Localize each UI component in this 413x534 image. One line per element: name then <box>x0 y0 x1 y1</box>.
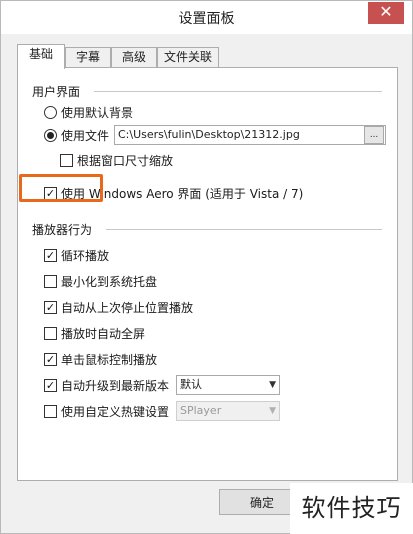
fullscreen-label: 播放时自动全屏 <box>61 326 146 341</box>
click-control-checkbox[interactable]: ✓ <box>44 352 57 366</box>
hotkey-label: 使用自定义热键设置 <box>61 404 170 419</box>
group-divider-ui <box>94 91 382 92</box>
tab-subtitles[interactable]: 字幕 <box>65 47 111 67</box>
scale-checkbox[interactable] <box>60 153 73 167</box>
tray-label: 最小化到系统托盘 <box>61 274 158 289</box>
hotkey-scheme-value: SPlayer <box>180 404 222 417</box>
default-bg-radio[interactable] <box>44 105 57 119</box>
browse-button[interactable]: ... <box>364 126 384 144</box>
radio-selected-dot <box>47 131 54 139</box>
tab-advanced[interactable]: 高级 <box>111 47 157 67</box>
scale-option[interactable]: 根据窗口尺寸缩放 <box>60 151 173 169</box>
click-control-option[interactable]: ✓ 单击鼠标控制播放 <box>44 350 157 368</box>
auto-upgrade-option[interactable]: ✓ 自动升级到最新版本 <box>44 376 169 394</box>
default-bg-label: 使用默认背景 <box>61 105 134 120</box>
loop-option[interactable]: ✓ 循环播放 <box>44 246 109 264</box>
upgrade-channel-select[interactable]: 默认 ▼ <box>176 375 280 395</box>
tray-option[interactable]: 最小化到系统托盘 <box>44 272 157 290</box>
group-label-ui: 用户界面 <box>32 85 81 99</box>
settings-window: 设置面板 ✕ 基础 字幕 高级 文件关联 用户界面 使用默认背景 使用文件 C:… <box>0 0 413 534</box>
tab-file-association[interactable]: 文件关联 <box>157 47 219 67</box>
tab-basic[interactable]: 基础 <box>17 44 65 69</box>
scale-label: 根据窗口尺寸缩放 <box>77 153 174 168</box>
file-path-input[interactable]: C:\Users\fulin\Desktop\21312.jpg <box>114 125 386 145</box>
group-divider-player <box>106 229 382 230</box>
loop-checkbox[interactable]: ✓ <box>44 248 57 262</box>
use-file-radio[interactable] <box>44 128 57 142</box>
resume-option[interactable]: ✓ 自动从上次停止位置播放 <box>44 298 193 316</box>
use-file-option[interactable]: 使用文件 <box>44 126 109 144</box>
default-bg-option[interactable]: 使用默认背景 <box>44 103 133 121</box>
close-icon: ✕ <box>379 4 393 21</box>
tab-panel-basic: 用户界面 使用默认背景 使用文件 C:\Users\fulin\Desktop\… <box>17 67 398 481</box>
title-bar: 设置面板 ✕ <box>1 1 412 34</box>
click-control-label: 单击鼠标控制播放 <box>61 352 158 367</box>
hotkey-checkbox[interactable] <box>44 404 57 418</box>
watermark-text: 软件技巧 <box>290 483 413 534</box>
use-file-label: 使用文件 <box>61 128 110 143</box>
fullscreen-checkbox[interactable] <box>44 326 57 340</box>
loop-option-highlight <box>19 174 103 202</box>
auto-upgrade-checkbox[interactable]: ✓ <box>44 378 57 392</box>
close-button[interactable]: ✕ <box>368 2 404 24</box>
fullscreen-option[interactable]: 播放时自动全屏 <box>44 324 145 342</box>
resume-checkbox[interactable]: ✓ <box>44 300 57 314</box>
loop-label: 循环播放 <box>61 248 110 263</box>
window-title: 设置面板 <box>178 11 235 27</box>
tray-checkbox[interactable] <box>44 274 57 288</box>
upgrade-channel-value: 默认 <box>180 378 202 391</box>
chevron-down-icon: ▼ <box>269 380 276 390</box>
hotkey-option[interactable]: 使用自定义热键设置 <box>44 402 169 420</box>
resume-label: 自动从上次停止位置播放 <box>61 300 194 315</box>
chevron-down-icon: ▼ <box>269 406 276 416</box>
auto-upgrade-label: 自动升级到最新版本 <box>61 378 170 393</box>
hotkey-scheme-select[interactable]: SPlayer ▼ <box>176 401 280 421</box>
group-label-player: 播放器行为 <box>32 223 93 237</box>
